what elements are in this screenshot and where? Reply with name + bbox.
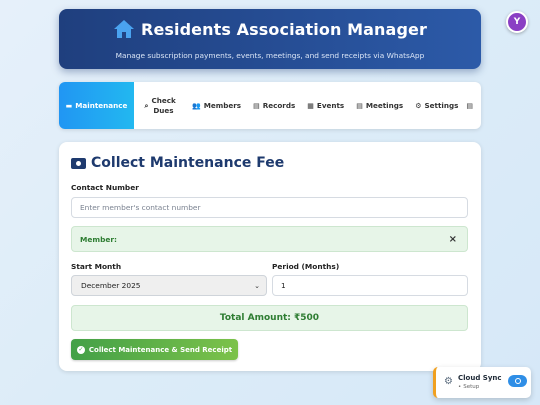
tab-label: Records [262,101,296,110]
tab-label: Maintenance [75,101,128,110]
app-title: Residents Association Manager [141,19,427,39]
card-title: Collect Maintenance Fee [71,155,284,171]
tab-label: Meetings [365,101,404,110]
tab-maintenance[interactable]: ▬ Maintenance [59,82,134,129]
start-month-value: December 2025 [81,281,141,290]
close-icon[interactable]: × [449,234,457,245]
contact-label: Contact Number [71,183,139,192]
tab-records[interactable]: ▤ Records [247,82,301,129]
main-nav: ▬ Maintenance ⌕ Check Dues 👥 Members ▤ R… [59,82,481,129]
tab-events[interactable]: ▦ Events [301,82,350,129]
cloud-sync-subtitle-text: Setup [463,384,480,390]
tab-label: Settings [424,101,459,110]
app-subtitle: Manage subscription payments, events, me… [115,51,425,60]
tab-label: Members [203,101,242,110]
cloud-sync-subtitle: • Setup [458,384,479,390]
tab-members[interactable]: 👥 Members [186,82,247,129]
tab-check-dues[interactable]: ⌕ Check Dues [134,82,186,129]
tab-overflow[interactable]: ▤ [464,82,475,129]
gear-icon: ⚙ [415,101,422,110]
submit-label: Collect Maintenance & Send Receipt [88,345,233,354]
profile-badge[interactable]: Y [506,11,528,33]
period-input[interactable]: 1 [272,275,468,296]
start-month-label: Start Month [71,262,122,271]
toggle-knob-icon [514,378,521,384]
contact-input[interactable]: Enter member's contact number [71,197,468,218]
tab-label: Check Dues [151,95,176,115]
money-icon [71,157,86,169]
collect-fee-card: Collect Maintenance Fee Contact Number E… [59,142,481,371]
period-label: Period (Months) [272,262,340,271]
start-month-select[interactable]: December 2025 ⌄ [71,275,267,296]
card-title-text: Collect Maintenance Fee [91,155,285,171]
users-icon: 👥 [192,101,201,110]
cloud-sync-title: Cloud Sync [458,374,502,382]
home-icon [114,20,135,38]
document-icon: ▤ [466,101,474,110]
tab-settings[interactable]: ⚙ Settings [409,82,464,129]
profile-badge-text: Y [513,17,521,27]
cloud-sync-widget[interactable]: ⚙ Cloud Sync • Setup [433,367,531,398]
calendar-icon: ▦ [307,101,314,110]
total-amount: Total Amount: ₹500 [71,305,468,331]
header-title-row: Residents Association Manager [59,19,481,39]
document-icon: ▤ [253,101,260,110]
app-header: Residents Association Manager Manage sub… [59,9,481,69]
check-circle-icon: ✓ [76,345,85,354]
notes-icon: ▤ [356,101,363,110]
member-info-box: Member: × [71,226,468,252]
collect-send-receipt-button[interactable]: ✓ Collect Maintenance & Send Receipt [71,339,238,360]
gear-icon: ⚙ [444,376,453,387]
chevron-down-icon: ⌄ [254,281,260,290]
money-icon: ▬ [65,101,73,110]
tab-label: Events [316,101,345,110]
member-label: Member: [80,234,117,244]
dot-icon: • [458,384,462,390]
search-icon: ⌕ [144,101,149,110]
tab-meetings[interactable]: ▤ Meetings [350,82,409,129]
cloud-sync-toggle[interactable] [508,375,527,387]
